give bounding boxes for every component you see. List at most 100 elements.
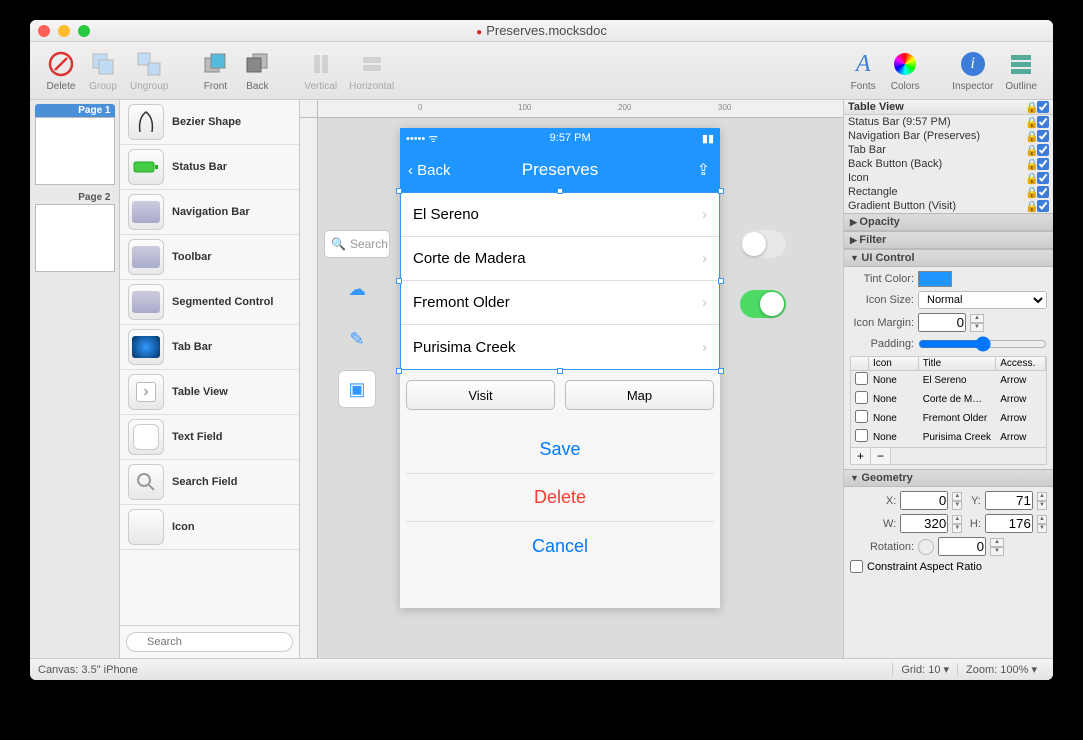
lock-icon[interactable]: 🔒 xyxy=(1025,101,1035,111)
aspect-checkbox[interactable] xyxy=(850,560,863,573)
colors-button[interactable]: Colors xyxy=(884,49,926,92)
stepper[interactable]: ▲▼ xyxy=(990,538,1004,556)
lock-icon[interactable]: 🔒 xyxy=(1025,144,1035,154)
table-row[interactable]: NonePurisima CreekArrow xyxy=(851,428,1046,447)
compose-icon[interactable]: ✎ xyxy=(338,320,376,358)
layer-item[interactable]: Status Bar (9:57 PM)🔒 xyxy=(844,115,1053,129)
layer-item[interactable]: Table View🔒 xyxy=(844,100,1053,115)
visit-button[interactable]: Visit xyxy=(406,380,555,410)
table-row[interactable]: NoneCorte de M…Arrow xyxy=(851,390,1046,409)
rotation-dial[interactable] xyxy=(918,539,934,555)
add-row-button[interactable]: + xyxy=(851,448,871,464)
visible-checkbox[interactable] xyxy=(1037,200,1049,212)
canvas-area[interactable]: 0100200300 🔍 Search ☁ ✎ ▣ ••••• ᯤ 9:57 P… xyxy=(300,100,843,658)
element-item[interactable]: Search Field xyxy=(120,460,299,505)
zoom-menu[interactable]: Zoom: 100% ▾ xyxy=(957,663,1045,676)
lock-icon[interactable]: 🔒 xyxy=(1025,158,1035,168)
section-geometry[interactable]: Geometry xyxy=(844,469,1053,487)
delete-button[interactable]: Delete xyxy=(40,49,82,92)
layer-item[interactable]: Navigation Bar (Preserves)🔒 xyxy=(844,129,1053,143)
stepper[interactable]: ▲▼ xyxy=(952,515,962,533)
vertical-button[interactable]: Vertical xyxy=(298,49,343,92)
element-item[interactable]: Segmented Control xyxy=(120,280,299,325)
iconmargin-input[interactable] xyxy=(918,313,966,332)
element-search-input[interactable] xyxy=(126,632,293,652)
layer-item[interactable]: Tab Bar🔒 xyxy=(844,143,1053,157)
table-row[interactable]: Corte de Madera› xyxy=(401,237,719,281)
grid-menu[interactable]: Grid: 10 ▾ xyxy=(892,663,957,676)
fonts-button[interactable]: A Fonts xyxy=(842,49,884,92)
horizontal-button[interactable]: Horizontal xyxy=(343,49,400,92)
w-input[interactable] xyxy=(900,514,948,533)
stepper[interactable]: ▲▼ xyxy=(1037,492,1047,510)
delete-button[interactable]: Delete xyxy=(406,474,714,522)
x-input[interactable] xyxy=(900,491,948,510)
section-filter[interactable]: Filter xyxy=(844,231,1053,249)
layer-item[interactable]: Icon🔒 xyxy=(844,171,1053,185)
h-input[interactable] xyxy=(985,514,1033,533)
section-uicontrol[interactable]: UI Control xyxy=(844,249,1053,267)
element-item[interactable]: Navigation Bar xyxy=(120,190,299,235)
lock-icon[interactable]: 🔒 xyxy=(1025,116,1035,126)
table-row[interactable]: Fremont Older› xyxy=(401,281,719,325)
table-row[interactable]: NoneFremont OlderArrow xyxy=(851,409,1046,428)
inspector-button[interactable]: i Inspector xyxy=(946,49,999,92)
back-button[interactable]: Back xyxy=(236,49,278,92)
visible-checkbox[interactable] xyxy=(1037,116,1049,128)
front-button[interactable]: Front xyxy=(194,49,236,92)
element-item[interactable]: Icon xyxy=(120,505,299,550)
page-thumb[interactable]: Page 1 xyxy=(35,104,115,185)
table-row[interactable]: El Sereno› xyxy=(401,193,719,237)
table-row[interactable]: Purisima Creek› xyxy=(401,325,719,369)
element-item[interactable]: Bezier Shape xyxy=(120,100,299,145)
group-button[interactable]: Group xyxy=(82,49,124,92)
map-button[interactable]: Map xyxy=(565,380,714,410)
lock-icon[interactable]: 🔒 xyxy=(1025,200,1035,210)
search-input[interactable]: 🔍 Search xyxy=(324,230,390,258)
visible-checkbox[interactable] xyxy=(1037,144,1049,156)
padding-slider[interactable] xyxy=(918,336,1047,352)
switch-off[interactable] xyxy=(740,230,786,258)
page-thumb[interactable]: Page 2 xyxy=(35,191,115,272)
stepper[interactable]: ▲▼ xyxy=(952,492,962,510)
stepper[interactable]: ▲▼ xyxy=(1037,515,1047,533)
lock-icon[interactable]: 🔒 xyxy=(1025,130,1035,140)
outline-button[interactable]: Outline xyxy=(999,49,1043,92)
pages-panel: Page 1 Page 2 xyxy=(30,100,120,658)
visible-checkbox[interactable] xyxy=(1037,186,1049,198)
stepper[interactable]: ▲▼ xyxy=(970,314,984,332)
lock-icon[interactable]: 🔒 xyxy=(1025,186,1035,196)
table-view[interactable]: El Sereno› Corte de Madera› Fremont Olde… xyxy=(400,192,720,370)
ungroup-button[interactable]: Ungroup xyxy=(124,49,174,92)
toolbar-icon xyxy=(128,239,164,275)
element-item[interactable]: ›Table View xyxy=(120,370,299,415)
visible-checkbox[interactable] xyxy=(1037,130,1049,142)
cancel-button[interactable]: Cancel xyxy=(406,522,714,570)
tint-color-swatch[interactable] xyxy=(918,271,952,287)
element-item[interactable]: Tab Bar xyxy=(120,325,299,370)
archive-icon[interactable]: ▣ xyxy=(338,370,376,408)
switch-on[interactable] xyxy=(740,290,786,318)
layer-item[interactable]: Rectangle🔒 xyxy=(844,185,1053,199)
visible-checkbox[interactable] xyxy=(1037,172,1049,184)
window-title: Preserves.mocksdoc xyxy=(30,23,1053,38)
remove-row-button[interactable]: − xyxy=(871,448,891,464)
share-icon[interactable]: ⇪ xyxy=(697,160,710,180)
element-item[interactable]: Toolbar xyxy=(120,235,299,280)
visible-checkbox[interactable] xyxy=(1037,158,1049,170)
visible-checkbox[interactable] xyxy=(1037,101,1049,113)
rows-table: IconTitleAccess. NoneEl SerenoArrow None… xyxy=(850,356,1047,448)
iconsize-select[interactable]: Normal xyxy=(918,291,1047,309)
element-item[interactable]: Text Field xyxy=(120,415,299,460)
element-item[interactable]: Status Bar xyxy=(120,145,299,190)
lock-icon[interactable]: 🔒 xyxy=(1025,172,1035,182)
layer-item[interactable]: Gradient Button (Visit)🔒 xyxy=(844,199,1053,213)
y-input[interactable] xyxy=(985,491,1033,510)
section-opacity[interactable]: Opacity xyxy=(844,213,1053,231)
table-row[interactable]: NoneEl SerenoArrow xyxy=(851,371,1046,390)
save-button[interactable]: Save xyxy=(406,426,714,474)
rotation-input[interactable] xyxy=(938,537,986,556)
cloud-icon[interactable]: ☁ xyxy=(338,270,376,308)
layer-item[interactable]: Back Button (Back)🔒 xyxy=(844,157,1053,171)
nav-back-button[interactable]: ‹ Back xyxy=(408,162,451,179)
